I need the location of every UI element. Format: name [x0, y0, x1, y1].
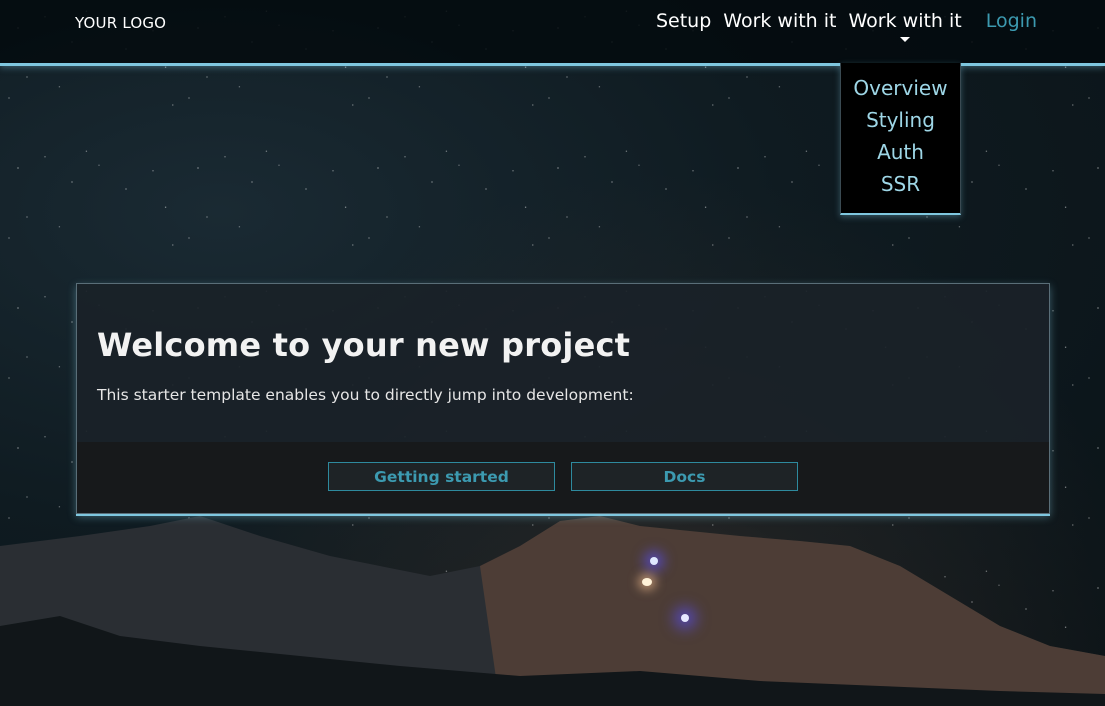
- logo[interactable]: YOUR LOGO: [75, 14, 166, 32]
- dropdown-item-styling[interactable]: Styling: [866, 104, 935, 136]
- nav-setup[interactable]: Setup: [656, 10, 711, 32]
- mountain-silhouette: [0, 516, 1105, 706]
- nav-work-with-it-dropdown[interactable]: Work with it: [848, 10, 962, 42]
- dropdown-item-ssr[interactable]: SSR: [881, 168, 920, 200]
- light-orb: [681, 614, 689, 622]
- welcome-card-actions: Getting started Docs: [77, 442, 1049, 513]
- welcome-title: Welcome to your new project: [97, 326, 631, 364]
- light-orb: [650, 557, 658, 565]
- welcome-card-body: Welcome to your new project This starter…: [77, 284, 1049, 442]
- nav-work-with-it[interactable]: Work with it: [723, 10, 836, 32]
- caret-down-icon: [900, 37, 911, 42]
- main-nav: Setup Work with it Work with it Login: [656, 10, 1037, 42]
- dropdown-item-auth[interactable]: Auth: [877, 136, 924, 168]
- dropdown-menu: Overview Styling Auth SSR: [840, 63, 961, 215]
- login-link[interactable]: Login: [986, 10, 1037, 32]
- welcome-text: This starter template enables you to dir…: [97, 386, 634, 404]
- docs-button[interactable]: Docs: [571, 462, 798, 491]
- getting-started-button[interactable]: Getting started: [328, 462, 555, 491]
- dropdown-item-overview[interactable]: Overview: [853, 72, 947, 104]
- nav-work-with-it-label: Work with it: [848, 10, 962, 32]
- top-navbar: YOUR LOGO Setup Work with it Work with i…: [0, 0, 1105, 66]
- welcome-card: Welcome to your new project This starter…: [76, 283, 1050, 514]
- light-orb: [642, 578, 652, 586]
